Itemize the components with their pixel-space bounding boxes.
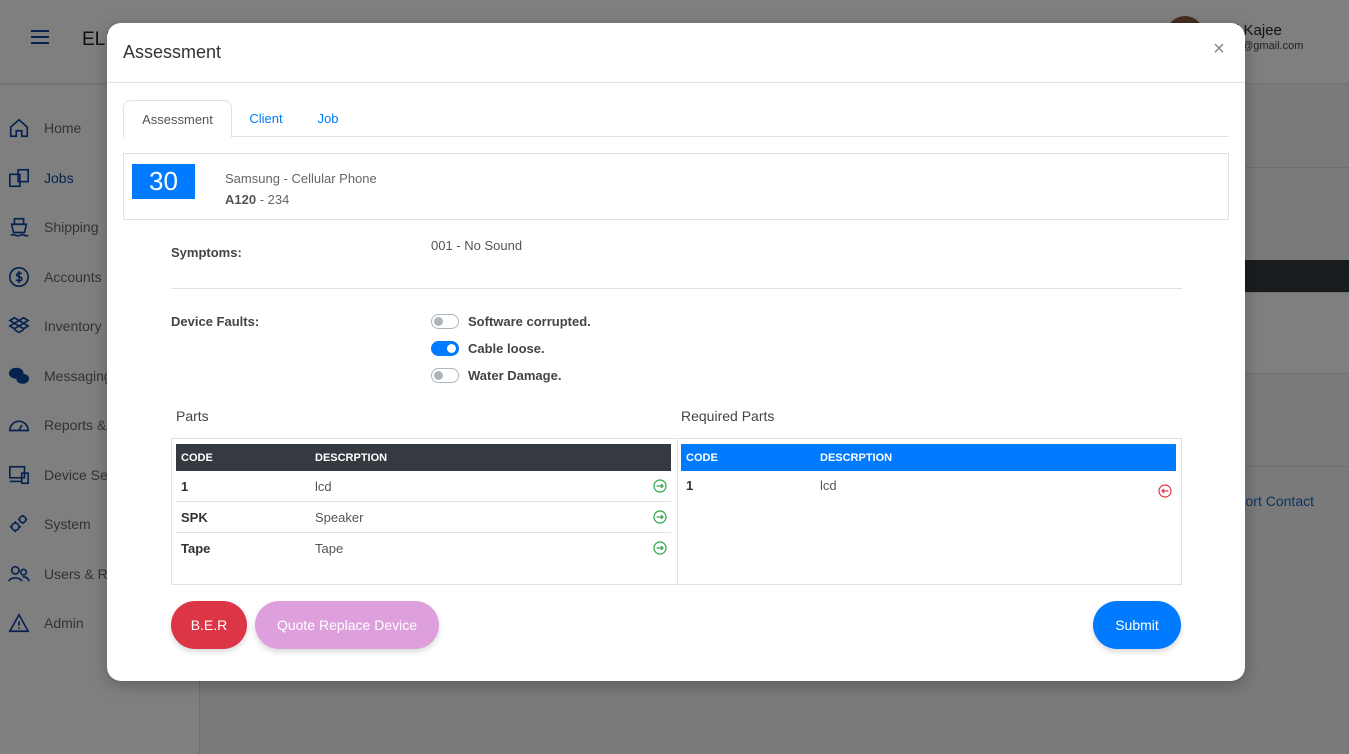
tab-bar: Assessment Client Job: [123, 100, 1229, 138]
fault-toggle-row: Cable loose.: [431, 338, 545, 358]
quote-replace-device-button[interactable]: Quote Replace Device: [255, 601, 439, 649]
tab-job[interactable]: Job: [309, 100, 347, 137]
required-parts-table: CODE DESCRPTION 1 lcd: [681, 444, 1176, 502]
table-row: SPK Speaker: [176, 502, 671, 533]
add-part-icon[interactable]: [653, 510, 667, 524]
panel-divider: [677, 439, 678, 584]
ber-button[interactable]: B.E.R: [171, 601, 247, 649]
parts-panel: CODE DESCRPTION 1 lcd SPK Speaker Tape T…: [171, 438, 1182, 585]
symptoms-value: 001 - No Sound: [431, 238, 523, 253]
part-code: 1: [686, 478, 694, 493]
submit-button[interactable]: Submit: [1093, 601, 1181, 649]
parts-table: CODE DESCRPTION 1 lcd SPK Speaker Tape T…: [176, 444, 671, 564]
table-row: 1 lcd: [681, 471, 1176, 502]
model-suffix: - 234: [256, 192, 290, 207]
tab-client[interactable]: Client: [240, 100, 292, 137]
divider: [171, 288, 1182, 289]
fault-toggle-cable-loose[interactable]: [431, 340, 459, 356]
parts-table-header: CODE DESCRPTION: [176, 444, 671, 471]
parts-title: Parts: [176, 408, 209, 424]
modal-title: Assessment: [123, 42, 222, 62]
column-header-description: DESCRPTION: [315, 451, 388, 464]
column-header-code: CODE: [686, 451, 718, 464]
fault-toggle-row: Water Damage.: [431, 365, 561, 385]
job-number-badge: 30: [132, 164, 195, 199]
fault-label: Software corrupted.: [468, 313, 591, 329]
add-part-icon[interactable]: [653, 541, 667, 555]
close-icon[interactable]: ×: [1209, 39, 1229, 59]
model-code: A120: [225, 192, 257, 207]
device-faults-label: Device Faults:: [171, 314, 260, 329]
part-code: 1: [181, 478, 189, 494]
required-parts-table-header: CODE DESCRPTION: [681, 444, 1176, 471]
tab-assessment[interactable]: Assessment: [123, 100, 232, 138]
part-code: SPK: [181, 509, 208, 525]
modal-header: Assessment ×: [107, 23, 1245, 83]
symptoms-label: Symptoms:: [171, 245, 242, 260]
assessment-modal: Assessment × Assessment Client Job 30 Sa…: [107, 23, 1245, 681]
column-header-description: DESCRPTION: [820, 451, 893, 464]
device-model: A120 - 234: [225, 192, 289, 207]
table-row: 1 lcd: [176, 471, 671, 502]
table-row: Tape Tape: [176, 533, 671, 564]
device-summary: 30 Samsung - Cellular Phone A120 - 234: [123, 153, 1229, 220]
part-code: Tape: [181, 541, 211, 556]
remove-part-icon[interactable]: [1158, 484, 1172, 498]
fault-label: Cable loose.: [468, 340, 545, 356]
part-description: Speaker: [315, 509, 364, 525]
fault-toggle-software-corrupted[interactable]: [431, 313, 459, 329]
device-name: Samsung - Cellular Phone: [225, 171, 377, 186]
add-part-icon[interactable]: [653, 479, 667, 493]
fault-label: Water Damage.: [468, 367, 562, 383]
part-description: Tape: [315, 541, 344, 556]
fault-toggle-row: Software corrupted.: [431, 311, 591, 331]
column-header-code: CODE: [181, 451, 213, 464]
required-parts-title: Required Parts: [681, 408, 775, 424]
part-description: lcd: [315, 478, 332, 494]
part-description: lcd: [820, 478, 837, 493]
fault-toggle-water-damage[interactable]: [431, 367, 459, 383]
